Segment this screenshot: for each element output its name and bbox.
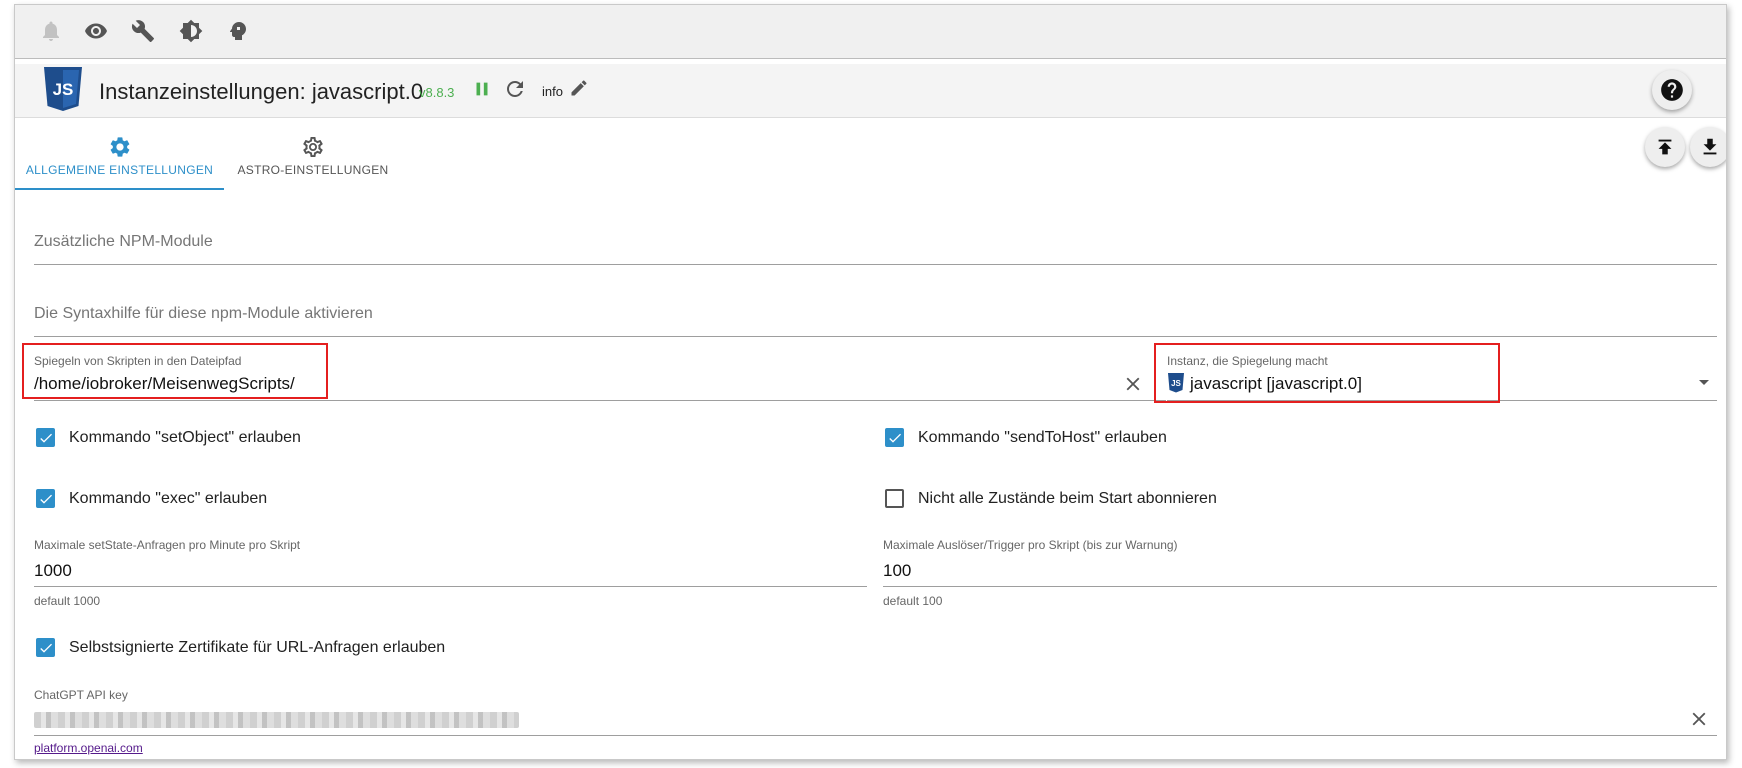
highlight-mirror-instance [1154,343,1500,403]
help-button[interactable] [1652,70,1692,110]
checkbox-send-to-host-label: Kommando "sendToHost" erlauben [918,428,1167,446]
checkbox-set-object-label: Kommando "setObject" erlauben [69,428,301,446]
pencil-icon[interactable] [569,78,591,100]
version-label: v8.8.3 [419,85,455,100]
help-icon [1661,79,1683,101]
brightness-icon[interactable] [177,17,205,45]
max-triggers-label: Maximale Auslöser/Trigger pro Skript (bi… [883,538,1178,552]
syntax-help-placeholder: Die Syntaxhilfe für diese npm-Module akt… [34,305,373,322]
top-toolbar [15,5,1726,59]
tab-general-settings[interactable]: ALLGEMEINE EINSTELLUNGEN [15,129,224,191]
checkbox-send-to-host[interactable]: Kommando "sendToHost" erlauben [885,428,1167,447]
upload-settings-button[interactable] [1645,127,1685,167]
syntax-help-input[interactable]: Die Syntaxhilfe für diese npm-Module akt… [34,284,1717,337]
head-icon[interactable] [224,17,252,45]
npm-modules-placeholder: Zusätzliche NPM-Module [34,233,213,250]
checkbox-unchecked-icon [885,489,904,508]
max-setstate-label: Maximale setState-Anfragen pro Minute pr… [34,538,301,552]
max-setstate-helper: default 1000 [34,594,101,608]
clear-mirror-path-icon[interactable] [1122,373,1144,395]
bell-icon[interactable] [37,17,65,45]
chatgpt-api-key-input[interactable]: ChatGPT API key [34,688,1717,736]
checkbox-no-subscribe[interactable]: Nicht alle Zustände beim Start abonniere… [885,489,1217,508]
tab-general-settings-label: ALLGEMEINE EINSTELLUNGEN [25,163,214,177]
pause-icon[interactable] [471,78,493,102]
checkbox-self-signed-label: Selbstsignierte Zertifikate für URL-Anfr… [69,638,446,656]
checkbox-exec[interactable]: Kommando "exec" erlauben [36,489,267,508]
javascript-logo-icon: JS [44,67,82,111]
dropdown-arrow-icon[interactable] [1699,380,1709,385]
clear-api-key-icon[interactable] [1688,708,1710,730]
eye-icon[interactable] [82,17,110,45]
tab-astro-settings[interactable]: ASTRO-EINSTELLUNGEN [232,129,394,191]
reload-icon[interactable] [503,77,529,103]
logo-text: JS [53,80,74,99]
checkbox-checked-icon [36,428,55,447]
checkbox-checked-icon [36,638,55,657]
npm-modules-input[interactable]: Zusätzliche NPM-Module [34,213,1717,265]
tab-astro-settings-label: ASTRO-EINSTELLUNGEN [237,163,389,177]
download-settings-button[interactable] [1690,127,1726,167]
checkbox-checked-icon [885,428,904,447]
checkbox-checked-icon [36,489,55,508]
log-level-label[interactable]: info [542,84,563,99]
checkbox-no-subscribe-label: Nicht alle Zustände beim Start abonniere… [918,489,1217,507]
max-triggers-input[interactable]: Maximale Auslöser/Trigger pro Skript (bi… [883,538,1717,587]
max-triggers-helper: default 100 [883,594,943,608]
instance-header: JS Instanzeinstellungen: javascript.0 v8… [15,64,1726,118]
wrench-icon[interactable] [129,17,157,45]
max-triggers-value: 100 [883,561,912,580]
highlight-mirror-path [22,343,328,399]
max-setstate-input[interactable]: Maximale setState-Anfragen pro Minute pr… [34,538,867,587]
active-tab-indicator [15,188,224,190]
max-setstate-value: 1000 [34,561,72,580]
checkbox-set-object[interactable]: Kommando "setObject" erlauben [36,428,301,447]
gear-icon [110,137,129,157]
download-icon [1703,138,1717,155]
obscured-api-key [34,712,519,728]
app-window: JS Instanzeinstellungen: javascript.0 v8… [14,4,1727,760]
gear-outline-icon [303,136,323,157]
page-title: Instanzeinstellungen: javascript.0 [99,79,424,104]
openai-platform-link[interactable]: platform.openai.com [34,741,143,755]
upload-icon [1658,139,1672,155]
chatgpt-api-key-label: ChatGPT API key [34,688,128,702]
checkbox-self-signed[interactable]: Selbstsignierte Zertifikate für URL-Anfr… [36,638,445,657]
checkbox-exec-label: Kommando "exec" erlauben [69,489,268,507]
